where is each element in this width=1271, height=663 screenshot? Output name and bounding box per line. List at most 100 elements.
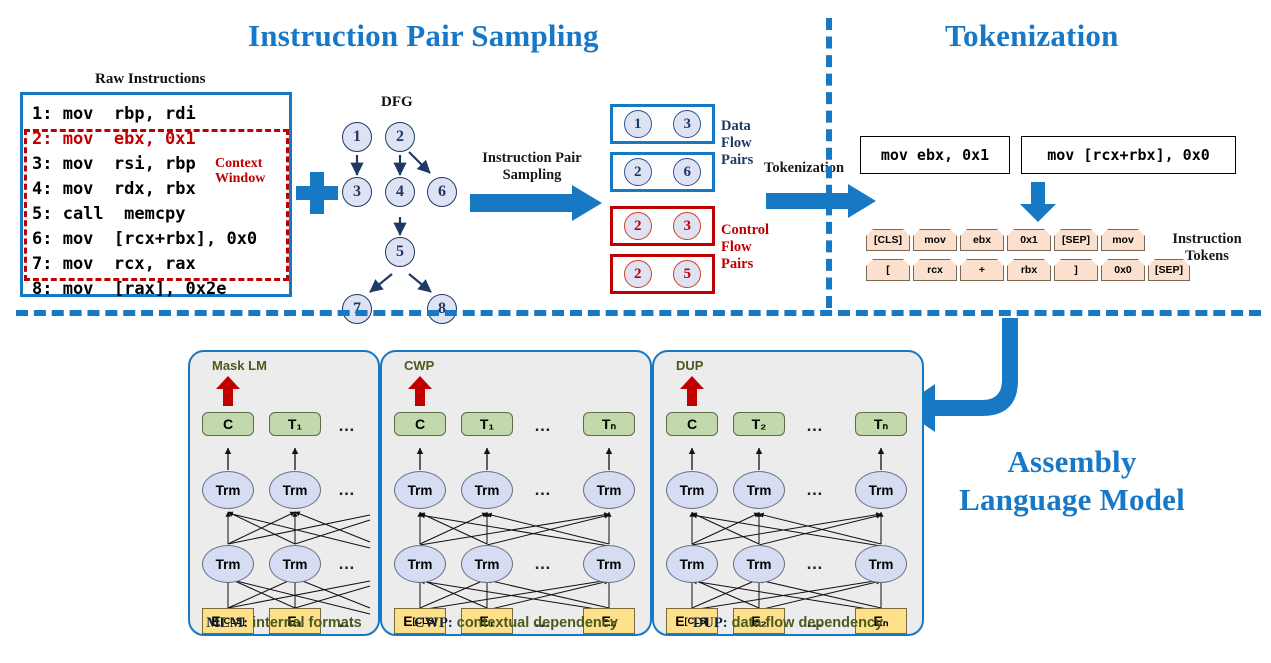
transformer-cell: Trm: [733, 545, 785, 583]
token: rbx: [1007, 259, 1051, 281]
dfg-node-4: 4: [385, 177, 415, 207]
pair-node: 3: [673, 110, 702, 138]
dfg-node-2: 2: [385, 122, 415, 152]
output-ellipsis: …: [534, 416, 552, 435]
sampling-label-line1: Instruction Pair: [482, 150, 582, 166]
transformer-ellipsis: …: [806, 554, 824, 573]
transformer-cell: Trm: [583, 545, 635, 583]
control-flow-label-line2: Flow: [721, 239, 752, 255]
context-window-box: [24, 129, 289, 281]
token: [: [866, 259, 910, 281]
output-tn: Tₙ: [583, 412, 635, 436]
instruction-line: 1: mov rbp, rdi: [32, 104, 196, 124]
control-flow-pairs-label: Control Flow Pairs: [721, 222, 786, 273]
caption-prefix: MLM:: [206, 615, 249, 631]
transformer-cell: Trm: [394, 545, 446, 583]
dfg-node-7: 7: [342, 294, 372, 324]
token: [SEP]: [1054, 229, 1098, 251]
output-ellipsis: …: [338, 416, 356, 435]
data-flow-pair-box-1: 1 3: [610, 104, 715, 144]
pair-node: 3: [673, 212, 702, 240]
transformer-cell: Trm: [202, 545, 254, 583]
transformer-ellipsis: …: [534, 480, 552, 499]
control-flow-label-line1: Control: [721, 222, 770, 238]
output-t: T₂: [733, 412, 785, 436]
transformer-ellipsis: …: [806, 480, 824, 499]
tokenize-down-arrow-icon: [1020, 182, 1056, 222]
transformer-ellipsis: …: [338, 480, 356, 499]
token: mov: [1101, 229, 1145, 251]
horizontal-divider: [16, 310, 1261, 316]
transformer-cell: Trm: [202, 471, 254, 509]
data-flow-label-line2: Flow: [721, 135, 752, 151]
instruction-tokens-label-line1: Instruction: [1172, 231, 1242, 247]
instruction-tokens-label-line2: Tokens: [1185, 248, 1229, 264]
panel-caption-mlm: MLM: internal formats: [190, 615, 378, 632]
assembly-title-line1: Assembly: [1007, 444, 1137, 479]
assembly-title-line2: Language Model: [959, 482, 1185, 517]
control-flow-label-line3: Pairs: [721, 256, 754, 272]
transformer-cell: Trm: [733, 471, 785, 509]
dfg-label: DFG: [381, 94, 413, 110]
pair-node: 2: [623, 158, 652, 186]
token: mov: [913, 229, 957, 251]
transformer-ellipsis: …: [338, 554, 356, 573]
transformer-cell: Trm: [269, 471, 321, 509]
panel-caption-cwp: CWP: contextual dependency: [382, 615, 650, 632]
dfg-node-1: 1: [342, 122, 372, 152]
context-window-label-line1: Context: [215, 156, 263, 171]
dfg-node-8: 8: [427, 294, 457, 324]
transformer-cell: Trm: [666, 471, 718, 509]
dfg-node-3: 3: [342, 177, 372, 207]
section-title-instruction-pair-sampling: Instruction Pair Sampling: [248, 18, 599, 53]
transformer-cell: Trm: [461, 545, 513, 583]
dfg-node-5: 5: [385, 237, 415, 267]
token: +: [960, 259, 1004, 281]
transformer-cell: Trm: [394, 471, 446, 509]
transformer-ellipsis: …: [534, 554, 552, 573]
panel-mlm: Mask LM C T₁ … Trm Trm … Trm Trm … E [CL…: [188, 350, 380, 636]
token: ]: [1054, 259, 1098, 281]
output-c: C: [666, 412, 718, 436]
output-c: C: [394, 412, 446, 436]
control-flow-pair-box-1: 2 3: [610, 206, 715, 246]
tokenization-arrow-icon: [766, 184, 876, 218]
assembly-language-model-title: Assembly Language Model: [922, 443, 1222, 519]
transformer-cell: Trm: [461, 471, 513, 509]
dfg-node-6: 6: [427, 177, 457, 207]
panel-cwp: CWP C T₁ … Tₙ Trm Trm … Trm Trm Trm … Tr…: [380, 350, 652, 636]
context-window-label-line2: Window: [215, 171, 266, 186]
token: [CLS]: [866, 229, 910, 251]
instruction-tokens-group: [CLS] mov ebx 0x1 [SEP] mov [ rcx + rbx …: [866, 229, 1126, 289]
section-title-tokenization: Tokenization: [945, 18, 1119, 53]
data-flow-pair-box-2: 2 6: [610, 152, 715, 192]
tokenized-instruction-box-2: mov [rcx+rbx], 0x0: [1021, 136, 1236, 174]
output-tn: Tₙ: [855, 412, 907, 436]
token: 0x0: [1101, 259, 1145, 281]
caption-rest: internal formats: [248, 615, 362, 631]
token: ebx: [960, 229, 1004, 251]
caption-prefix: CWP:: [414, 615, 453, 631]
sampling-arrow-icon: [470, 185, 602, 221]
output-t: T₁: [461, 412, 513, 436]
output-ellipsis: …: [806, 416, 824, 435]
token: 0x1: [1007, 229, 1051, 251]
caption-prefix: DUP:: [692, 615, 728, 631]
transformer-cell: Trm: [666, 545, 718, 583]
transformer-cell: Trm: [269, 545, 321, 583]
dfg-graph: 1 2 3 4 6 5 7 8: [330, 122, 470, 324]
pair-node: 5: [673, 260, 702, 288]
control-flow-pair-box-2: 2 5: [610, 254, 715, 294]
transformer-cell: Trm: [583, 471, 635, 509]
pair-node: 6: [673, 158, 702, 186]
transformer-cell: Trm: [855, 545, 907, 583]
raw-instructions-label: Raw Instructions: [95, 71, 206, 87]
pair-node: 2: [623, 260, 652, 288]
instruction-tokens-label: Instruction Tokens: [1157, 231, 1257, 265]
context-window-label: Context Window: [215, 156, 295, 186]
caption-rest: contextual dependency: [452, 615, 618, 631]
output-c: C: [202, 412, 254, 436]
pair-node: 1: [623, 110, 652, 138]
pair-node: 2: [623, 212, 652, 240]
output-t: T₁: [269, 412, 321, 436]
